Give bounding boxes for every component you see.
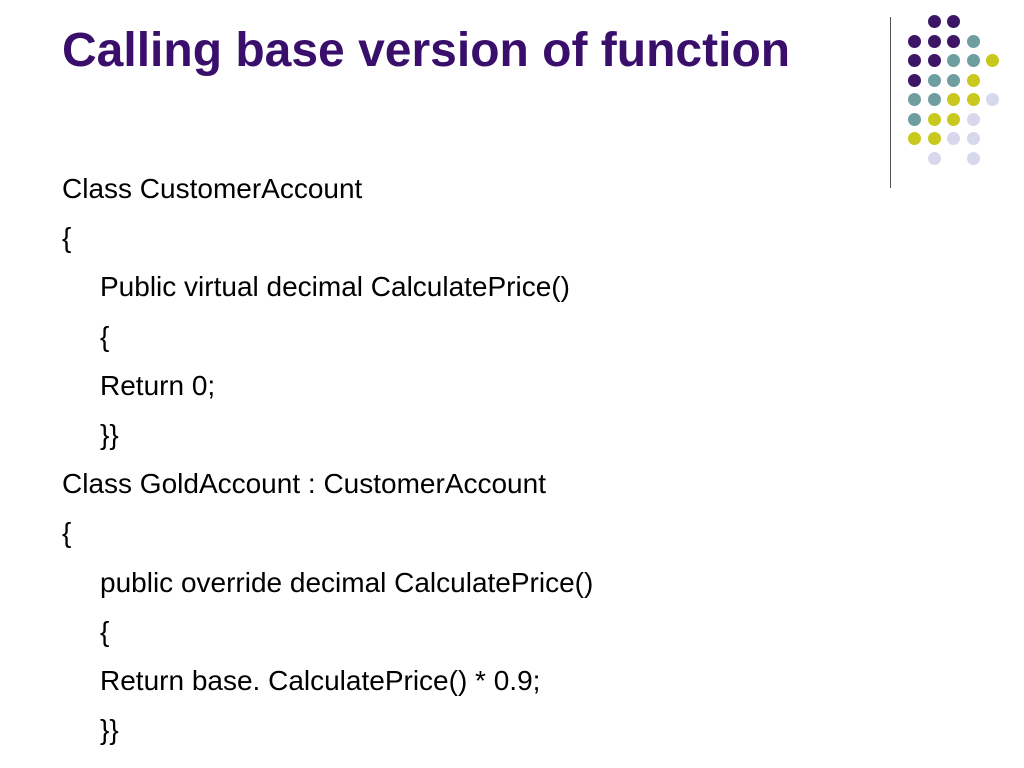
- decorative-dot: [947, 54, 960, 67]
- decorative-dot: [908, 54, 921, 67]
- decorative-dot: [947, 112, 960, 126]
- decorative-dot: [927, 132, 941, 145]
- code-line: Public virtual decimal CalculatePrice(): [100, 271, 570, 303]
- decorative-dot: [927, 112, 941, 126]
- code-line: Return 0;: [100, 369, 216, 401]
- code-line: {: [62, 222, 72, 254]
- decorative-dot: [966, 112, 980, 126]
- decorative-dot: [927, 54, 941, 67]
- decorative-dot: [947, 93, 960, 106]
- code-line: Class CustomerAccount: [62, 173, 363, 204]
- code-line: {: [100, 615, 110, 647]
- decorative-dot: [986, 54, 999, 67]
- code-line: }}: [100, 714, 119, 746]
- decorative-dot: [908, 112, 921, 126]
- decorative-dot: [927, 34, 941, 48]
- slide-title: Calling base version of function: [62, 24, 791, 77]
- decorative-dot: [966, 93, 980, 106]
- title-divider-line: [890, 17, 891, 188]
- decorative-dot: [966, 73, 980, 87]
- decorative-dot: [908, 93, 921, 106]
- decorative-dot: [966, 54, 980, 67]
- decorative-dot: [947, 73, 960, 87]
- decorative-dot: [927, 93, 941, 106]
- decorative-dot: [966, 34, 980, 48]
- decorative-dot: [908, 73, 921, 87]
- decorative-dot: [947, 132, 960, 145]
- code-line: }}: [100, 418, 119, 450]
- decorative-dot: [927, 151, 941, 165]
- slide: Calling base version of function Class C…: [0, 0, 1024, 768]
- code-line: Return base. CalculatePrice() * 0.9;: [100, 664, 541, 696]
- decorative-dot: [927, 15, 941, 28]
- decorative-dot-grid: [908, 15, 1008, 165]
- decorative-dot: [947, 34, 960, 48]
- decorative-dot: [986, 93, 999, 106]
- decorative-dot: [908, 34, 921, 48]
- decorative-dot: [908, 132, 921, 145]
- code-line: public override decimal CalculatePrice(): [100, 566, 594, 598]
- decorative-dot: [947, 15, 960, 28]
- decorative-dot: [966, 151, 980, 165]
- decorative-dot: [966, 132, 980, 145]
- code-line: Class GoldAccount : CustomerAccount: [62, 468, 546, 500]
- code-line: {: [100, 320, 110, 352]
- code-text-body: Class CustomerAccount { Public virtual d…: [62, 164, 882, 754]
- decorative-dot: [927, 73, 941, 87]
- code-line: {: [62, 517, 72, 549]
